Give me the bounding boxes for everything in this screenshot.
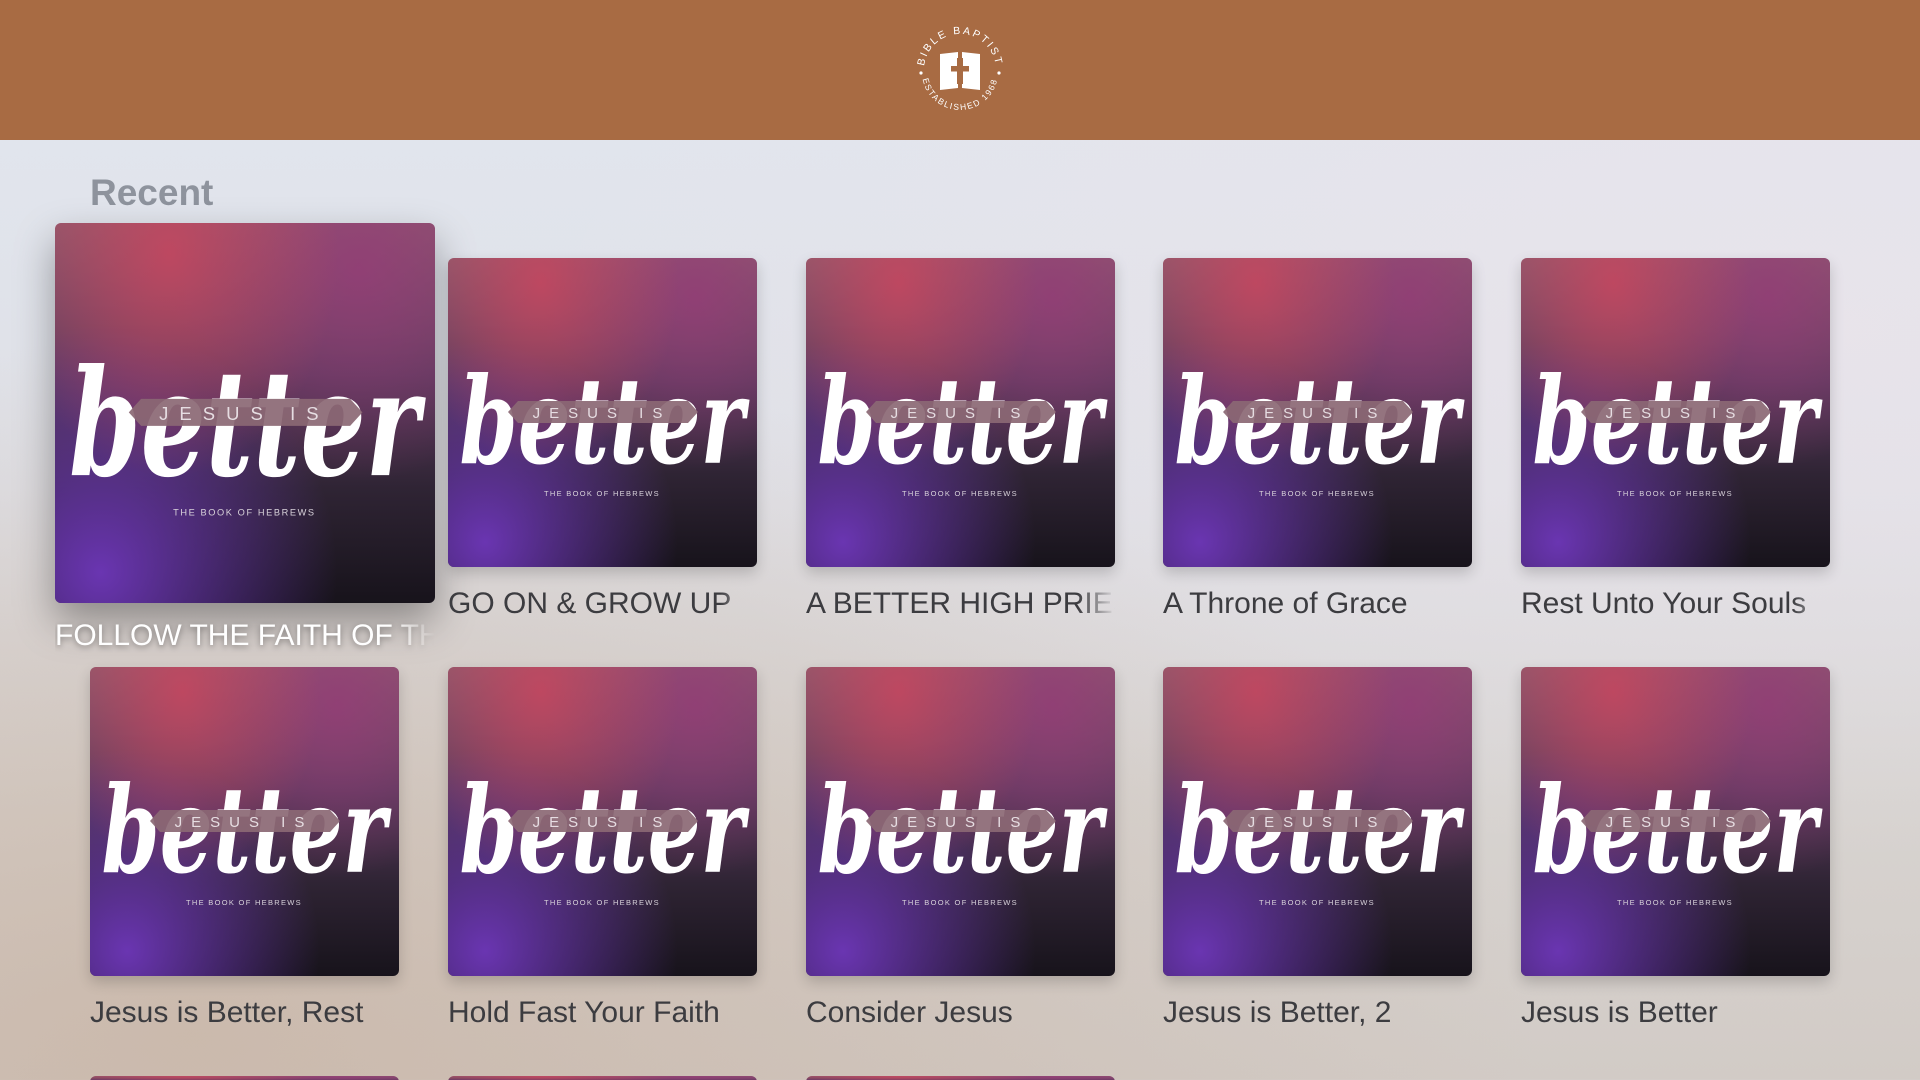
- cover-subtitle: THE BOOK OF HEBREWS: [1617, 898, 1733, 907]
- cover-background: [90, 1076, 399, 1080]
- episode-cover-art: betterJESUS ISTHE BOOK OF HEBREWS: [1163, 258, 1472, 567]
- bible-icon: BIBLE BAPTIST ESTABLISHED 1968: [915, 25, 1002, 112]
- cover-banner-text: JESUS IS: [533, 814, 672, 831]
- episode-cover-art: betterJESUS ISTHE BOOK OF HEBREWS: [1521, 258, 1830, 567]
- episode-grid: betterJESUS ISTHE BOOK OF HEBREWSFOLLOW …: [55, 223, 1870, 1080]
- cover-art-graphic: betterJESUS ISTHE BOOK OF HEBREWS: [1533, 760, 1823, 907]
- episode-tile[interactable]: betterJESUS ISTHE BOOK OF HEBREWSJesus i…: [1521, 667, 1830, 1030]
- episode-tile[interactable]: betterJESUS ISTHE BOOK OF HEBREWSFOLLOW …: [55, 223, 435, 653]
- cover-background: [806, 1076, 1115, 1080]
- episode-cover-art: betterJESUS ISTHE BOOK OF HEBREWS: [806, 667, 1115, 976]
- section-title: Recent: [90, 172, 214, 213]
- episode-cover-art: [90, 1076, 399, 1080]
- episode-cover-art: betterJESUS ISTHE BOOK OF HEBREWS: [55, 223, 435, 603]
- cover-subtitle: THE BOOK OF HEBREWS: [902, 898, 1018, 907]
- episode-tile[interactable]: betterJESUS ISTHE BOOK OF HEBREWSGO ON &…: [448, 258, 757, 621]
- cover-banner-text: JESUS IS: [891, 814, 1030, 831]
- cover-subtitle: THE BOOK OF HEBREWS: [1259, 898, 1375, 907]
- cover-subtitle: THE BOOK OF HEBREWS: [1617, 489, 1733, 498]
- episode-title: Consider Jesus: [806, 996, 1013, 1029]
- church-logo: BIBLE BAPTIST ESTABLISHED 1968: [910, 20, 1010, 120]
- episode-tile[interactable]: betterJESUS ISTHE BOOK OF HEBREWSA Thron…: [1163, 258, 1472, 621]
- episode-tile[interactable]: betterJESUS ISTHE BOOK OF HEBREWSJesus i…: [90, 667, 399, 1030]
- cover-banner-text: JESUS IS: [1606, 814, 1745, 831]
- cover-art-graphic: betterJESUS ISTHE BOOK OF HEBREWS: [69, 336, 426, 518]
- cover-art-graphic: betterJESUS ISTHE BOOK OF HEBREWS: [460, 351, 750, 498]
- episode-title: Jesus is Better, Rest: [90, 996, 364, 1029]
- cover-banner-text: JESUS IS: [891, 405, 1030, 422]
- cover-subtitle: THE BOOK OF HEBREWS: [186, 898, 302, 907]
- cover-art-graphic: betterJESUS ISTHE BOOK OF HEBREWS: [818, 351, 1108, 498]
- episode-title: Hold Fast Your Faith: [448, 996, 720, 1029]
- episode-title: Rest Unto Your Souls: [1521, 587, 1807, 620]
- cover-banner-text: JESUS IS: [1248, 814, 1387, 831]
- cover-art-graphic: betterJESUS ISTHE BOOK OF HEBREWS: [460, 760, 750, 907]
- episode-tile[interactable]: betterJESUS ISTHE BOOK OF HEBREWSRest Un…: [1521, 258, 1830, 621]
- cover-art-graphic: betterJESUS ISTHE BOOK OF HEBREWS: [1175, 760, 1465, 907]
- episode-tile-offscreen[interactable]: [90, 1076, 399, 1080]
- episode-tile[interactable]: betterJESUS ISTHE BOOK OF HEBREWSJesus i…: [1163, 667, 1472, 1030]
- episode-cover-art: betterJESUS ISTHE BOOK OF HEBREWS: [806, 258, 1115, 567]
- cover-art-graphic: betterJESUS ISTHE BOOK OF HEBREWS: [1533, 351, 1823, 498]
- episode-tile[interactable]: betterJESUS ISTHE BOOK OF HEBREWSConside…: [806, 667, 1115, 1030]
- cover-background: [448, 1076, 757, 1080]
- cover-subtitle: THE BOOK OF HEBREWS: [173, 508, 316, 518]
- cover-banner-text: JESUS IS: [1248, 405, 1387, 422]
- episode-title: A Throne of Grace: [1163, 587, 1408, 620]
- episode-cover-art: betterJESUS ISTHE BOOK OF HEBREWS: [1163, 667, 1472, 976]
- cover-banner-text: JESUS IS: [175, 814, 314, 831]
- episode-cover-art: [448, 1076, 757, 1080]
- episode-tile-offscreen[interactable]: [448, 1076, 757, 1080]
- episode-tile[interactable]: betterJESUS ISTHE BOOK OF HEBREWSA BETTE…: [806, 258, 1115, 621]
- cover-art-graphic: betterJESUS ISTHE BOOK OF HEBREWS: [102, 760, 392, 907]
- episode-tile[interactable]: betterJESUS ISTHE BOOK OF HEBREWSHold Fa…: [448, 667, 757, 1030]
- cover-subtitle: THE BOOK OF HEBREWS: [544, 898, 660, 907]
- episode-cover-art: [806, 1076, 1115, 1080]
- episode-cover-art: betterJESUS ISTHE BOOK OF HEBREWS: [448, 258, 757, 567]
- cover-art-graphic: betterJESUS ISTHE BOOK OF HEBREWS: [818, 760, 1108, 907]
- cover-subtitle: THE BOOK OF HEBREWS: [1259, 489, 1375, 498]
- cover-subtitle: THE BOOK OF HEBREWS: [902, 489, 1018, 498]
- cover-banner-text: JESUS IS: [533, 405, 672, 422]
- app-header: BIBLE BAPTIST ESTABLISHED 1968: [0, 0, 1920, 140]
- episode-title: FOLLOW THE FAITH OF THEM: [55, 619, 435, 652]
- cover-banner-text: JESUS IS: [159, 403, 330, 424]
- episode-title: A BETTER HIGH PRIEST: [806, 587, 1115, 620]
- cover-banner-text: JESUS IS: [1606, 405, 1745, 422]
- episode-cover-art: betterJESUS ISTHE BOOK OF HEBREWS: [448, 667, 757, 976]
- episode-title: GO ON & GROW UP: [448, 587, 732, 620]
- episode-title: Jesus is Better, 2: [1163, 996, 1392, 1029]
- cover-subtitle: THE BOOK OF HEBREWS: [544, 489, 660, 498]
- episode-cover-art: betterJESUS ISTHE BOOK OF HEBREWS: [90, 667, 399, 976]
- episode-tile-offscreen[interactable]: [806, 1076, 1115, 1080]
- episode-cover-art: betterJESUS ISTHE BOOK OF HEBREWS: [1521, 667, 1830, 976]
- episode-title: Jesus is Better: [1521, 996, 1718, 1029]
- cover-art-graphic: betterJESUS ISTHE BOOK OF HEBREWS: [1175, 351, 1465, 498]
